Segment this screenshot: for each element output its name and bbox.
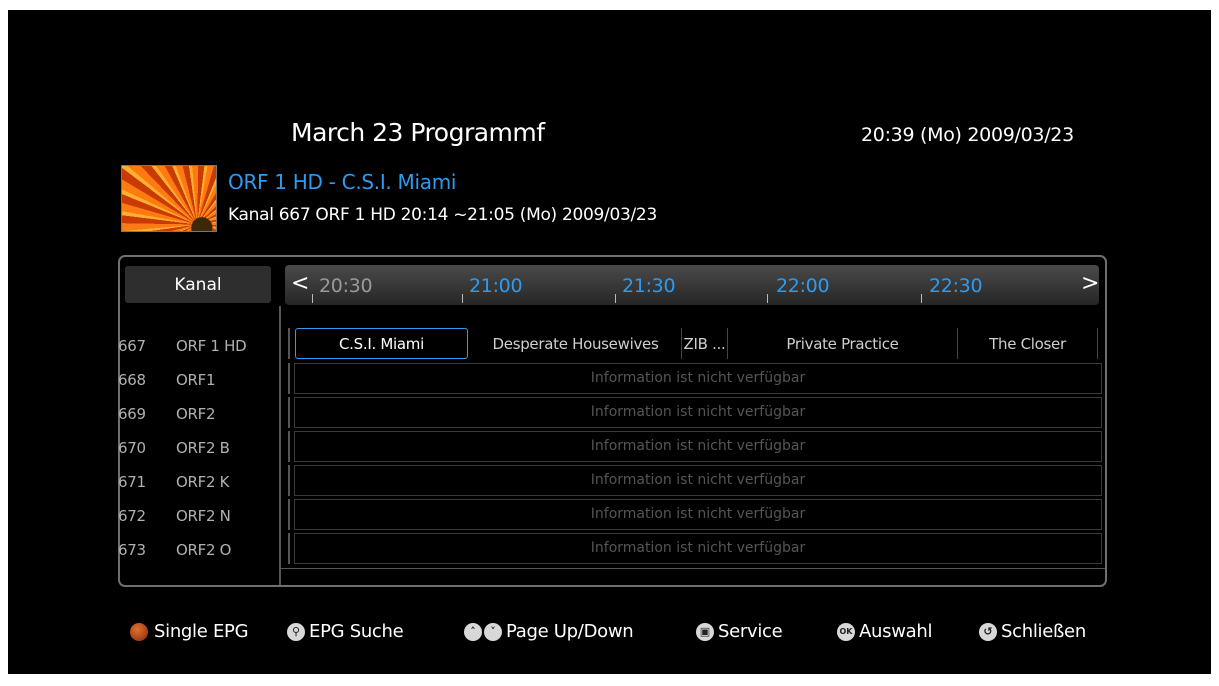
page-down-icon: ˅: [484, 623, 502, 641]
service-icon: ▣: [696, 623, 714, 641]
time-slot-label: 21:00: [469, 275, 523, 297]
epg-event[interactable]: The Closer: [958, 328, 1098, 359]
channel-name[interactable]: ORF2 O: [176, 541, 231, 559]
channel-column-header: Kanal: [125, 266, 271, 303]
no-info-text: Information ist nicht verfügbar: [590, 438, 806, 454]
channel-number: 672: [118, 507, 146, 525]
no-info-text: Information ist nicht verfügbar: [590, 506, 806, 522]
program-thumbnail: [121, 165, 217, 232]
current-program-info: Kanal 667 ORF 1 HD 20:14 ~21:05 (Mo) 200…: [228, 205, 657, 225]
close-button[interactable]: Schließen: [1001, 621, 1086, 642]
epg-event[interactable]: C.S.I. Miami: [295, 328, 468, 359]
channel-number: 667: [118, 337, 146, 355]
ok-icon: OK: [837, 623, 855, 641]
no-info-text: Information ist nicht verfügbar: [590, 472, 806, 488]
epg-search-button[interactable]: EPG Suche: [309, 621, 404, 642]
epg-row-empty[interactable]: Information ist nicht verfügbar: [294, 431, 1102, 462]
no-info-text: Information ist nicht verfügbar: [590, 404, 806, 420]
clock: 20:39 (Mo) 2009/03/23: [861, 124, 1074, 146]
channel-name[interactable]: ORF2 B: [176, 439, 230, 457]
channel-number: 669: [118, 405, 146, 423]
channel-name[interactable]: ORF2: [176, 405, 216, 423]
time-slot-label: 20:30: [319, 275, 373, 297]
red-button-icon: [130, 623, 148, 641]
no-info-text: Information ist nicht verfügbar: [590, 540, 806, 556]
timeline-header: < 20:30 21:00 21:30 22:00 22:30 >: [285, 265, 1099, 305]
search-icon: ⚲: [287, 623, 305, 641]
no-info-text: Information ist nicht verfügbar: [590, 370, 806, 386]
current-program-title: ORF 1 HD - C.S.I. Miami: [228, 170, 457, 194]
epg-row-empty[interactable]: Information ist nicht verfügbar: [294, 363, 1102, 394]
channel-name[interactable]: ORF2 K: [176, 473, 230, 491]
service-button[interactable]: Service: [718, 621, 783, 642]
channel-number: 671: [118, 473, 146, 491]
epg-row-empty[interactable]: Information ist nicht verfügbar: [294, 533, 1102, 564]
back-icon: ↺: [979, 623, 997, 641]
single-epg-button[interactable]: Single EPG: [154, 621, 249, 642]
column-divider: [279, 306, 281, 585]
epg-event[interactable]: ZIB ...: [682, 328, 728, 359]
time-slot-label: 22:00: [776, 275, 830, 297]
channel-number: 668: [118, 371, 146, 389]
select-button[interactable]: Auswahl: [859, 621, 932, 642]
page-title: March 23 Programmf: [291, 118, 545, 147]
epg-row-empty[interactable]: Information ist nicht verfügbar: [294, 465, 1102, 496]
time-slot-label: 21:30: [622, 275, 676, 297]
epg-row-empty[interactable]: Information ist nicht verfügbar: [294, 397, 1102, 428]
grid-bottom-rule: [281, 568, 1105, 569]
channel-name[interactable]: ORF2 N: [176, 507, 231, 525]
epg-row-empty[interactable]: Information ist nicht verfügbar: [294, 499, 1102, 530]
time-slot-label: 22:30: [929, 275, 983, 297]
page-up-down-button[interactable]: Page Up/Down: [506, 621, 634, 642]
epg-screen: March 23 Programmf 20:39 (Mo) 2009/03/23…: [8, 10, 1211, 674]
channel-name[interactable]: ORF1: [176, 371, 216, 389]
epg-event[interactable]: Desperate Housewives: [470, 328, 682, 359]
page-up-icon: ˄: [464, 623, 482, 641]
epg-event[interactable]: Private Practice: [728, 328, 958, 359]
channel-name[interactable]: ORF 1 HD: [176, 337, 247, 355]
channel-number: 673: [118, 541, 146, 559]
scroll-right-icon[interactable]: >: [1081, 271, 1099, 296]
channel-number: 670: [118, 439, 146, 457]
scroll-left-icon[interactable]: <: [291, 271, 309, 296]
